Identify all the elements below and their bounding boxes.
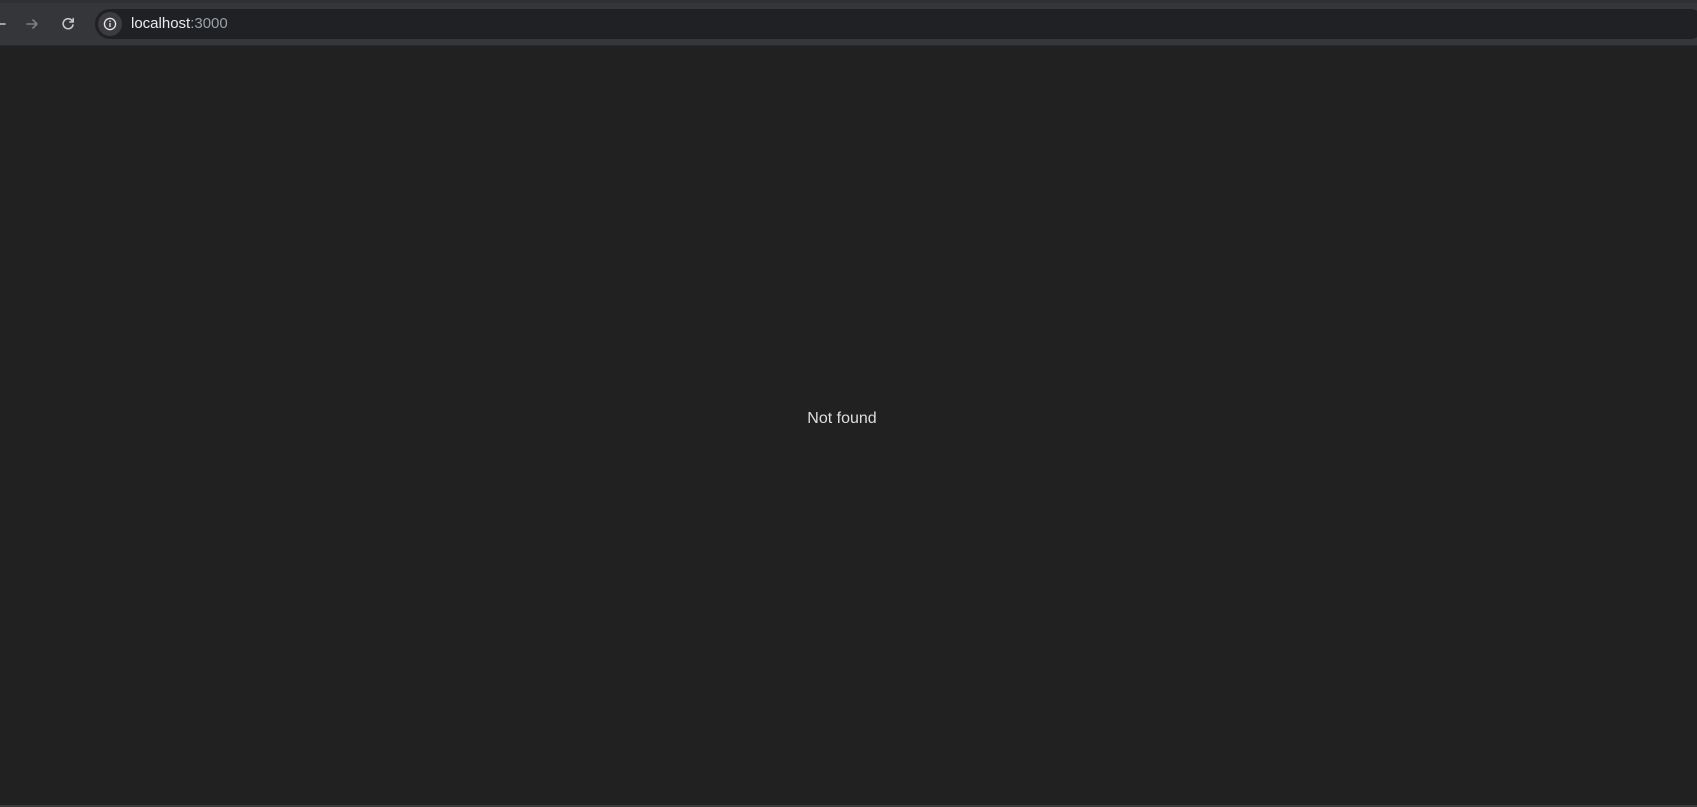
url-text[interactable]: localhost:3000 [131, 9, 228, 39]
site-info-button[interactable] [98, 12, 122, 36]
arrow-right-icon [26, 19, 38, 29]
page-content: Not found [0, 47, 1697, 805]
arrow-left-icon [0, 23, 6, 25]
url-host: localhost [131, 15, 191, 32]
forward-button[interactable] [18, 10, 46, 38]
not-found-message: Not found [807, 410, 877, 427]
url-port: :3000 [190, 15, 228, 32]
reload-icon [62, 17, 74, 30]
browser-toolbar: localhost:3000 [0, 3, 1697, 46]
reload-button[interactable] [54, 10, 82, 38]
address-bar[interactable]: localhost:3000 [95, 9, 1697, 39]
info-circle-icon [103, 17, 117, 31]
back-button[interactable] [0, 10, 14, 38]
